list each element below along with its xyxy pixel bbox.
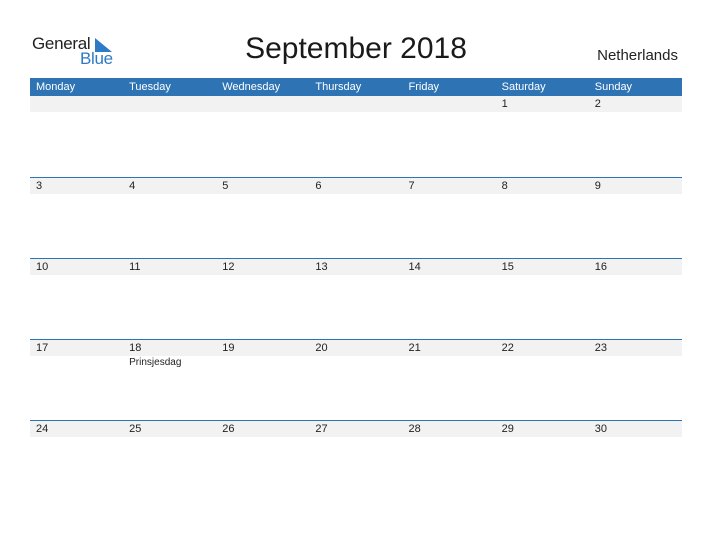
week-row: 24 25 26 27 28 29 30 <box>30 420 682 501</box>
day-number: 23 <box>594 342 607 354</box>
date-band: 24 25 26 27 28 29 30 <box>30 421 682 437</box>
weeks-container: 1 2 3 4 5 6 7 8 9 10 11 12 13 14 15 16 17 18 19 20 21 22 23 Pri… <box>30 96 682 501</box>
weekday-header: Monday Tuesday Wednesday Thursday Friday… <box>30 78 682 96</box>
day-number: 19 <box>222 342 235 354</box>
day-number: 10 <box>36 261 49 273</box>
country-label: Netherlands <box>597 47 678 64</box>
weekday-tuesday: Tuesday <box>129 81 171 93</box>
day-number: 18 <box>129 342 142 354</box>
weekday-saturday: Saturday <box>501 81 546 93</box>
day-number: 7 <box>408 180 415 192</box>
day-number: 16 <box>594 261 607 273</box>
day-number: 4 <box>129 180 136 192</box>
day-number: 14 <box>408 261 421 273</box>
day-number: 25 <box>129 423 142 435</box>
day-number <box>216 96 309 112</box>
weekday-thursday: Thursday <box>315 81 362 93</box>
day-number: 5 <box>222 180 229 192</box>
day-number: 12 <box>222 261 235 273</box>
holiday-label <box>309 356 402 370</box>
day-number: 11 <box>129 261 141 273</box>
day-number: 24 <box>36 423 49 435</box>
day-number: 21 <box>408 342 421 354</box>
day-number: 15 <box>501 261 514 273</box>
week-row: 3 4 5 6 7 8 9 <box>30 177 682 258</box>
day-number: 6 <box>315 180 322 192</box>
date-band: 10 11 12 13 14 15 16 <box>30 259 682 275</box>
weekday-monday: Monday <box>36 81 76 93</box>
day-number: 22 <box>501 342 514 354</box>
day-number: 29 <box>501 423 514 435</box>
day-number: 13 <box>315 261 328 273</box>
day-number: 28 <box>408 423 421 435</box>
weekday-wednesday: Wednesday <box>222 81 281 93</box>
week-row: 12 <box>30 96 682 177</box>
day-number: 30 <box>594 423 607 435</box>
week-row: 10 11 12 13 14 15 16 <box>30 258 682 339</box>
events-row: Prinsjesdag <box>30 356 682 370</box>
day-number: 17 <box>36 342 49 354</box>
day-number: 8 <box>501 180 508 192</box>
day-number: 26 <box>222 423 235 435</box>
holiday-label <box>30 356 123 370</box>
week-row: 17 18 19 20 21 22 23 Prinsjesdag <box>30 339 682 420</box>
day-number: 2 <box>594 98 601 110</box>
day-number <box>309 96 402 112</box>
day-number: 27 <box>315 423 328 435</box>
holiday-label <box>496 356 589 370</box>
day-number: 20 <box>315 342 328 354</box>
weekday-sunday: Sunday <box>594 81 633 93</box>
day-number: 9 <box>594 180 601 192</box>
holiday-label <box>589 356 682 370</box>
holiday-label: Prinsjesdag <box>129 357 182 368</box>
day-number: 3 <box>36 180 43 192</box>
calendar-grid: Monday Tuesday Wednesday Thursday Friday… <box>30 78 682 501</box>
day-number <box>30 96 123 112</box>
day-number <box>123 96 216 112</box>
holiday-label <box>216 356 309 370</box>
weekday-friday: Friday <box>408 81 440 93</box>
day-number <box>403 96 496 112</box>
day-number: 1 <box>501 98 508 110</box>
date-band: 12 <box>30 96 682 112</box>
date-band: 17 18 19 20 21 22 23 <box>30 340 682 356</box>
date-band: 3 4 5 6 7 8 9 <box>30 178 682 194</box>
holiday-label <box>403 356 496 370</box>
